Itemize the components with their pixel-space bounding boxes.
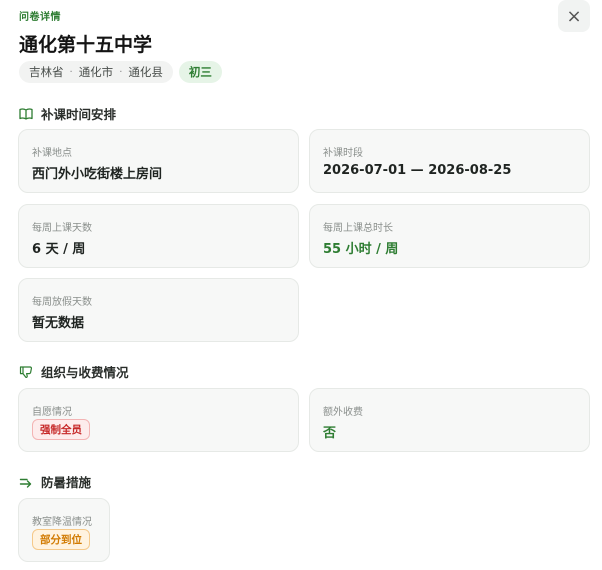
card-classroom-cooling: 教室降温情况 部分到位 xyxy=(18,498,110,562)
card-label: 补课地点 xyxy=(32,148,72,159)
page-title: 通化第十五中学 xyxy=(19,34,153,56)
card-period: 补课时段 2026-07-01 — 2026-08-25 xyxy=(309,129,590,193)
card-label: 补课时段 xyxy=(323,148,363,159)
county-text: 通化县 xyxy=(128,65,163,79)
card-label: 每周上课总时长 xyxy=(323,223,393,234)
city-text: 通化市 xyxy=(78,65,114,79)
card-label: 自愿情况 xyxy=(32,407,72,418)
section-header-schedule: 补课时间安排 xyxy=(19,104,116,123)
card-fees: 额外收费 否 xyxy=(309,388,590,452)
status-badge: 强制全员 xyxy=(32,419,90,440)
section-header-cooling: 防暑措施 xyxy=(19,472,91,491)
card-value: 否 xyxy=(323,426,337,441)
card-value: 暂无数据 xyxy=(32,316,85,331)
card-label: 每周上课天数 xyxy=(32,223,92,234)
arrow-right-icon xyxy=(19,475,33,489)
book-icon xyxy=(19,107,33,121)
card-hours: 每周上课总时长 55 小时 / 周 xyxy=(309,204,590,268)
card-label: 额外收费 xyxy=(323,407,363,418)
card-label: 教室降温情况 xyxy=(32,517,92,528)
card-voluntary: 自愿情况 强制全员 xyxy=(18,388,299,452)
separator-dot: · xyxy=(69,66,73,78)
section-title: 组织与收费情况 xyxy=(41,365,129,380)
separator-dot: · xyxy=(119,66,123,78)
card-rest: 每周放假天数 暂无数据 xyxy=(18,278,299,342)
close-icon: × xyxy=(566,5,582,27)
tag-row: 吉林省 · 通化市 · 通化县 初三 xyxy=(19,61,222,83)
grade-badge: 初三 xyxy=(178,61,222,83)
card-place: 补课地点 西门外小吃街楼上房间 xyxy=(18,129,299,193)
status-badge: 部分到位 xyxy=(32,529,90,550)
section-title: 防暑措施 xyxy=(41,475,92,490)
province-text: 吉林省 xyxy=(29,65,64,79)
section-header-org: 组织与收费情况 xyxy=(19,362,129,381)
section-title: 补课时间安排 xyxy=(41,107,117,122)
thumbs-down-icon xyxy=(19,365,33,379)
page-kicker: 问卷详情 xyxy=(19,12,61,23)
card-value: 55 小时 / 周 xyxy=(323,242,399,257)
card-days: 每周上课天数 6 天 / 周 xyxy=(18,204,299,268)
close-button[interactable]: × xyxy=(558,0,590,32)
card-value: 6 天 / 周 xyxy=(32,242,86,257)
card-value: 西门外小吃街楼上房间 xyxy=(32,167,163,182)
location-tag: 吉林省 · 通化市 · 通化县 xyxy=(19,61,173,83)
card-label: 每周放假天数 xyxy=(32,297,92,308)
card-value: 2026-07-01 — 2026-08-25 xyxy=(323,163,512,178)
